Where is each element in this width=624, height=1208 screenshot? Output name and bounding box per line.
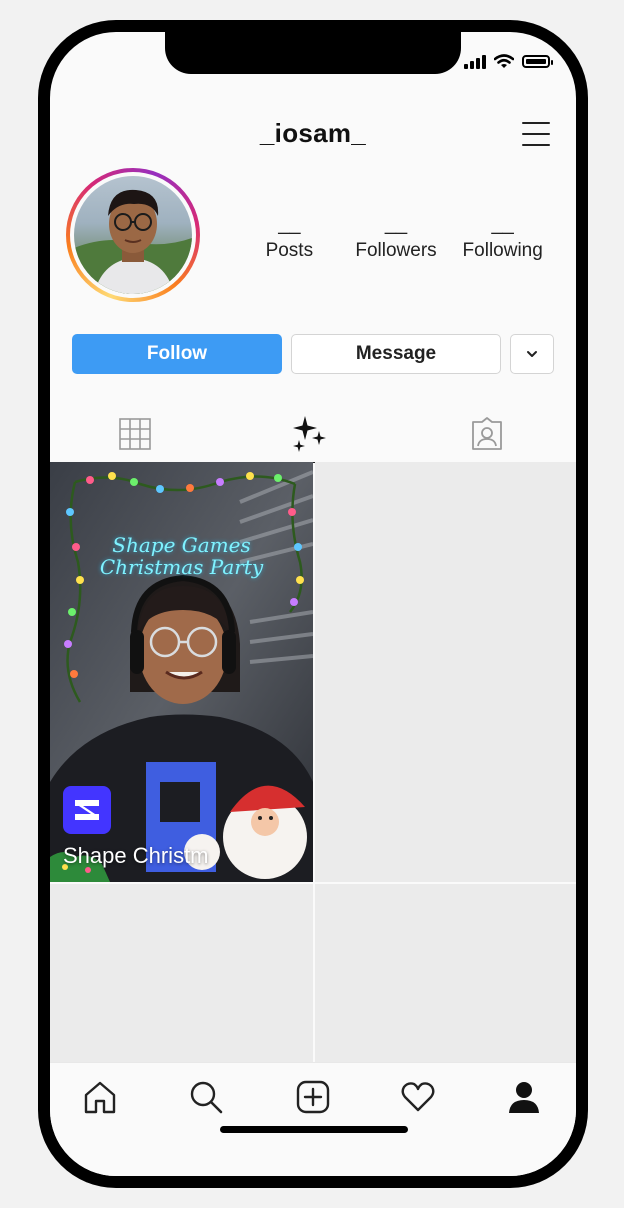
home-indicator[interactable]: [220, 1126, 408, 1133]
empty-grid-cell: [50, 884, 313, 1062]
effect-post[interactable]: Shape Games Christmas Party Shape Christ…: [50, 462, 313, 882]
following-count: __: [491, 213, 514, 235]
add-post-icon: [296, 1080, 330, 1114]
notch: [165, 32, 461, 74]
message-button[interactable]: Message: [291, 334, 501, 374]
sparkles-icon: [293, 416, 326, 452]
wifi-icon: [494, 54, 514, 68]
chevron-down-icon: [527, 351, 537, 357]
profile-username: _iosam_: [259, 118, 367, 148]
empty-grid-cell: [315, 884, 576, 1062]
followers-label: Followers: [355, 240, 437, 261]
avatar: [74, 176, 192, 294]
nav-new-post[interactable]: [293, 1077, 333, 1117]
followers-count: __: [384, 213, 408, 235]
effect-title: Shape Games Christmas Party: [99, 533, 264, 579]
home-icon: [84, 1081, 116, 1114]
profile-tabs: [50, 406, 576, 463]
posts-stat[interactable]: __ Posts: [236, 214, 343, 262]
tab-posts-grid[interactable]: [50, 406, 220, 462]
shape-app-logo: [63, 786, 111, 834]
nav-search[interactable]: [186, 1077, 226, 1117]
profile-icon: [509, 1082, 539, 1113]
profile-stats: __ Posts __ Followers __ Following: [236, 214, 556, 262]
followers-stat[interactable]: __ Followers: [343, 214, 450, 262]
story-ring[interactable]: [66, 168, 200, 302]
status-bar: [464, 54, 553, 69]
nav-activity[interactable]: [398, 1077, 438, 1117]
following-stat[interactable]: __ Following: [449, 214, 556, 262]
bottom-tab-bar: [50, 1062, 576, 1176]
battery-icon: [522, 55, 553, 68]
nav-profile[interactable]: [504, 1077, 544, 1117]
search-icon: [190, 1081, 223, 1114]
app-screen: _iosam_ __ Posts __ Followers __ Followi…: [50, 32, 576, 1176]
suggested-accounts-button[interactable]: [510, 334, 554, 374]
follow-button[interactable]: Follow: [72, 334, 282, 374]
tab-tagged[interactable]: [398, 406, 576, 462]
posts-label: Posts: [265, 240, 314, 261]
empty-grid-cell: [315, 462, 576, 882]
phone-frame: _iosam_ __ Posts __ Followers __ Followi…: [38, 20, 588, 1188]
menu-icon[interactable]: [522, 122, 550, 147]
activity-heart-icon: [401, 1082, 435, 1112]
following-label: Following: [462, 240, 543, 261]
effect-caption: Shape Christm: [63, 843, 209, 868]
posts-count: __: [278, 213, 301, 235]
tagged-icon: [472, 417, 502, 450]
grid-icon: [119, 418, 151, 450]
cellular-signal-icon: [464, 54, 486, 69]
tab-effects[interactable]: [221, 406, 397, 463]
nav-home[interactable]: [80, 1077, 120, 1117]
